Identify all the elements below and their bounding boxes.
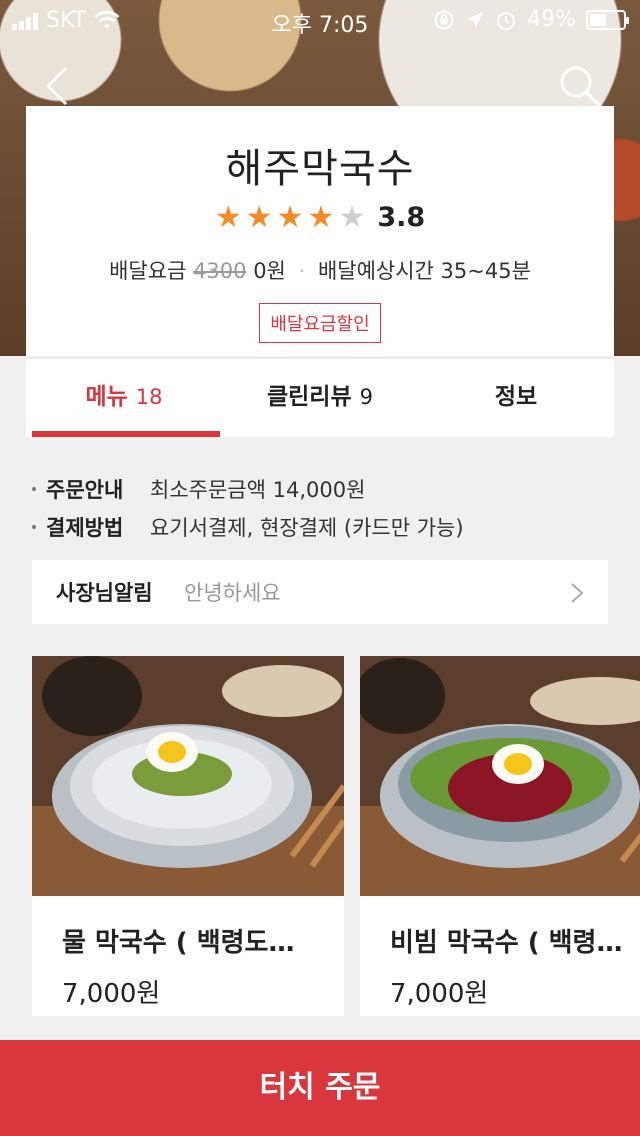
delivery-fee-label: 배달요금 [109, 259, 187, 283]
tab-label: 클린리뷰 [266, 384, 352, 410]
menu-item-price: 7,000원 [62, 979, 161, 1009]
menu-item-photo [360, 656, 640, 896]
tab-label: 메뉴 [85, 384, 128, 410]
menu-item-card[interactable]: 비빔 막국수 ( 백령… 7,000원 [360, 656, 640, 1016]
info-key: 결제방법 [46, 516, 124, 540]
battery-percent: 49% [527, 7, 576, 32]
delivery-info: 배달요금 4300 0원 · 배달예상시간 35~45분 [26, 255, 614, 285]
location-icon [467, 11, 484, 28]
delivery-fee-now: 0원 [253, 259, 286, 283]
tab-count: 9 [359, 385, 374, 409]
info-row: 주문안내 최소주문금액 14,000원 [32, 470, 612, 508]
star-icon: ★ [276, 199, 304, 235]
star-icon: ★ [245, 199, 273, 235]
rotation-lock-icon [434, 10, 454, 29]
order-info: 주문안내 최소주문금액 14,000원 결제방법 요기서결제, 현장결제 (카드… [32, 470, 612, 546]
notice-text: 안녕하세요 [184, 581, 281, 605]
separator-dot: · [298, 259, 306, 283]
discount-badge: 배달요금할인 [259, 303, 381, 343]
tab-reviews[interactable]: 클린리뷰 9 [222, 359, 418, 437]
tab-info[interactable]: 정보 [418, 359, 614, 437]
battery-icon [586, 9, 629, 30]
star-empty-icon: ★ [338, 199, 366, 235]
rating-score: 3.8 [377, 202, 426, 233]
alarm-icon [497, 11, 516, 30]
tab-count: 18 [135, 385, 163, 409]
bullet [32, 525, 36, 529]
chevron-left-icon[interactable] [40, 64, 80, 108]
menu-item-photo [32, 656, 344, 896]
info-value: 요기서결제, 현장결제 (카드만 가능) [150, 516, 464, 540]
info-key: 주문안내 [46, 478, 124, 502]
delivery-fee-original: 4300 [193, 259, 247, 283]
tab-label: 정보 [494, 384, 538, 410]
notice-label: 사장님알림 [56, 581, 153, 605]
bullet [32, 487, 36, 491]
info-row: 결제방법 요기서결제, 현장결제 (카드만 가능) [32, 508, 612, 546]
touch-order-button[interactable]: 터치 주문 [0, 1040, 640, 1136]
delivery-time-label: 배달예상시간 [317, 259, 434, 283]
menu-item-card[interactable]: 물 막국수 ( 백령도… 7,000원 [32, 656, 344, 1016]
tab-menu[interactable]: 메뉴 18 [26, 359, 222, 437]
star-icon: ★ [307, 199, 335, 235]
cold-noodle-image [32, 656, 344, 896]
restaurant-header-card: 해주막국수 ★ ★ ★ ★ ★ 3.8 배달요금 4300 0원 · 배달예상시… [26, 106, 614, 356]
menu-item-name: 비빔 막국수 ( 백령… [390, 928, 623, 958]
delivery-time: 35~45분 [440, 259, 531, 283]
owner-notice[interactable]: 사장님알림 안녕하세요 [32, 560, 608, 624]
rating: ★ ★ ★ ★ ★ 3.8 [26, 202, 614, 233]
star-icon: ★ [214, 199, 242, 235]
status-bar: SKT 오후 7:05 49% [0, 0, 640, 40]
restaurant-name: 해주막국수 [225, 146, 415, 192]
search-icon[interactable] [556, 62, 604, 110]
info-value: 최소주문금액 14,000원 [150, 478, 366, 502]
tab-bar: 메뉴 18 클린리뷰 9 정보 [26, 358, 614, 437]
chevron-right-icon [571, 583, 584, 603]
menu-item-name: 물 막국수 ( 백령도… [62, 928, 295, 958]
menu-item-price: 7,000원 [390, 979, 489, 1009]
spicy-noodle-image [360, 656, 640, 896]
